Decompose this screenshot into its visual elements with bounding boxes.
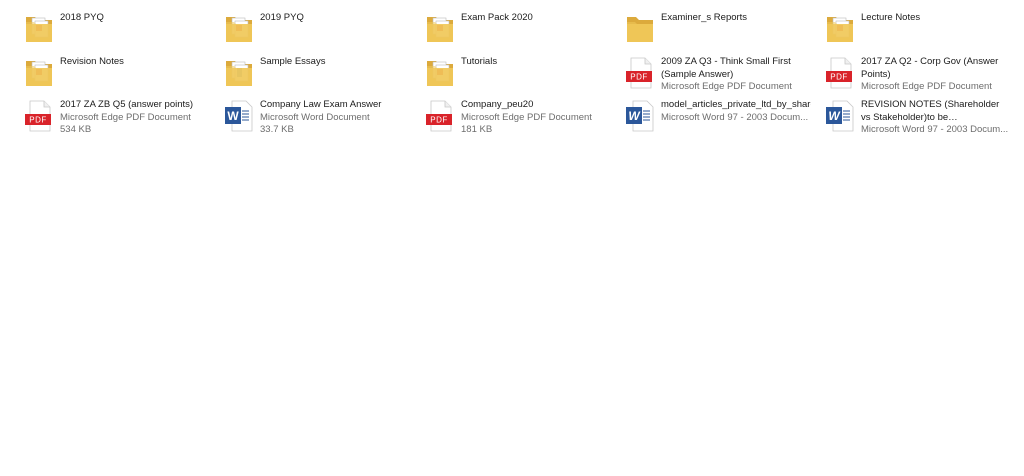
svg-text:W: W xyxy=(227,109,239,123)
file-item-text: Company_peu20 Microsoft Edge PDF Document… xyxy=(461,99,611,137)
file-item-text: 2018 PYQ xyxy=(60,12,210,25)
pdf-icon: PDF xyxy=(423,99,457,133)
file-name: Exam Pack 2020 xyxy=(461,12,533,23)
folder-icon xyxy=(22,56,56,90)
file-type: Microsoft Word 97 - 2003 Docum... xyxy=(861,124,1009,135)
file-item-text: 2017 ZA Q2 - Corp Gov (Answer Points) Mic… xyxy=(861,56,1011,94)
file-name: 2017 ZA Q2 - Corp Gov (Answer Points) xyxy=(861,56,999,80)
word-document-icon: W xyxy=(623,99,657,133)
folder-icon xyxy=(222,56,256,90)
svg-text:W: W xyxy=(628,109,641,123)
file-size: 534 KB xyxy=(60,124,92,135)
pdf-icon: PDF xyxy=(823,56,857,90)
file-item[interactable]: PDF 2017 ZA Q2 - Corp Gov (Answer Points… xyxy=(821,56,1016,100)
file-item[interactable]: Revision Notes xyxy=(20,56,215,100)
file-item[interactable]: PDF 2009 ZA Q3 - Think Small First (Samp… xyxy=(621,56,816,100)
file-item[interactable]: 2019 PYQ xyxy=(220,12,415,56)
svg-text:PDF: PDF xyxy=(830,73,848,82)
svg-text:PDF: PDF xyxy=(630,73,648,82)
folder-icon xyxy=(823,12,857,46)
file-name: Lecture Notes xyxy=(861,12,921,23)
word-document-icon: W xyxy=(222,99,256,133)
file-item-text: Lecture Notes xyxy=(861,12,1011,25)
file-name: Examiner_s Reports xyxy=(661,12,748,23)
word-document-icon: W xyxy=(823,99,857,133)
pdf-icon: PDF xyxy=(623,56,657,90)
file-item[interactable]: Examiner_s Reports xyxy=(621,12,816,56)
file-item-text: Examiner_s Reports xyxy=(661,12,811,25)
file-item-text: model_articles_private_ltd_by_shares_aft… xyxy=(661,99,811,124)
file-name: 2009 ZA Q3 - Think Small First (Sample A… xyxy=(661,56,791,80)
file-type: Microsoft Edge PDF Document xyxy=(60,111,191,123)
file-item[interactable]: W Company Law Exam Answer Microsoft Word … xyxy=(220,99,415,143)
file-item-text: 2019 PYQ xyxy=(260,12,410,25)
svg-text:W: W xyxy=(828,109,841,123)
folder-icon xyxy=(222,12,256,46)
file-type: Microsoft Edge PDF Document xyxy=(861,81,992,92)
file-grid: 2018 PYQ 2019 PYQ Exam Pack 2020 Examine… xyxy=(0,0,1024,476)
file-item-text: 2017 ZA ZB Q5 (answer points) Microsoft E… xyxy=(60,99,210,137)
file-item-text: Exam Pack 2020 xyxy=(461,12,611,25)
file-name: model_articles_private_ltd_by_shares_aft… xyxy=(661,99,811,110)
file-name: 2018 PYQ xyxy=(60,12,104,23)
file-item[interactable]: Sample Essays xyxy=(220,56,415,100)
file-item[interactable]: PDF Company_peu20 Microsoft Edge PDF Docu… xyxy=(421,99,616,143)
file-type: Microsoft Word 97 - 2003 Docum... xyxy=(661,111,809,123)
file-name: Sample Essays xyxy=(260,56,326,67)
file-item-text: Tutorials xyxy=(461,56,611,69)
folder-icon xyxy=(423,12,457,46)
file-name: Revision Notes xyxy=(60,56,124,67)
file-item[interactable]: W REVISION NOTES (Shareholder vs Stakeho… xyxy=(821,99,1016,143)
file-item-text: REVISION NOTES (Shareholder vs Stakehold… xyxy=(861,99,1011,137)
file-item[interactable]: 2018 PYQ xyxy=(20,12,215,56)
file-name: Company_peu20 xyxy=(461,99,534,110)
folder-icon xyxy=(22,12,56,46)
file-item-text: Sample Essays xyxy=(260,56,410,69)
file-item-text: 2009 ZA Q3 - Think Small First (Sample A… xyxy=(661,56,811,94)
folder-icon xyxy=(623,12,657,46)
file-item-text: Company Law Exam Answer Microsoft Word Do… xyxy=(260,99,410,137)
file-item[interactable]: W model_articles_private_ltd_by_shares_a… xyxy=(621,99,816,143)
pdf-icon: PDF xyxy=(22,99,56,133)
svg-text:PDF: PDF xyxy=(29,116,47,125)
file-type: Microsoft Word Document xyxy=(260,111,370,123)
file-item[interactable]: Lecture Notes xyxy=(821,12,1016,56)
file-size: 181 KB xyxy=(461,124,493,135)
file-name: Tutorials xyxy=(461,56,498,67)
file-type: Microsoft Edge PDF Document xyxy=(661,81,792,92)
file-name: Company Law Exam Answer xyxy=(260,99,382,110)
file-item[interactable]: PDF 2017 ZA ZB Q5 (answer points) Microso… xyxy=(20,99,215,143)
file-type: Microsoft Edge PDF Document xyxy=(461,111,592,123)
file-item[interactable]: Exam Pack 2020 xyxy=(421,12,616,56)
file-item-text: Revision Notes xyxy=(60,56,210,69)
folder-icon xyxy=(423,56,457,90)
svg-text:PDF: PDF xyxy=(430,116,448,125)
file-name: REVISION NOTES (Shareholder vs Stakehold… xyxy=(861,99,1000,123)
file-name: 2017 ZA ZB Q5 (answer points) xyxy=(60,99,194,110)
file-item[interactable]: Tutorials xyxy=(421,56,616,100)
file-name: 2019 PYQ xyxy=(260,12,304,23)
file-size: 33.7 KB xyxy=(260,124,294,135)
